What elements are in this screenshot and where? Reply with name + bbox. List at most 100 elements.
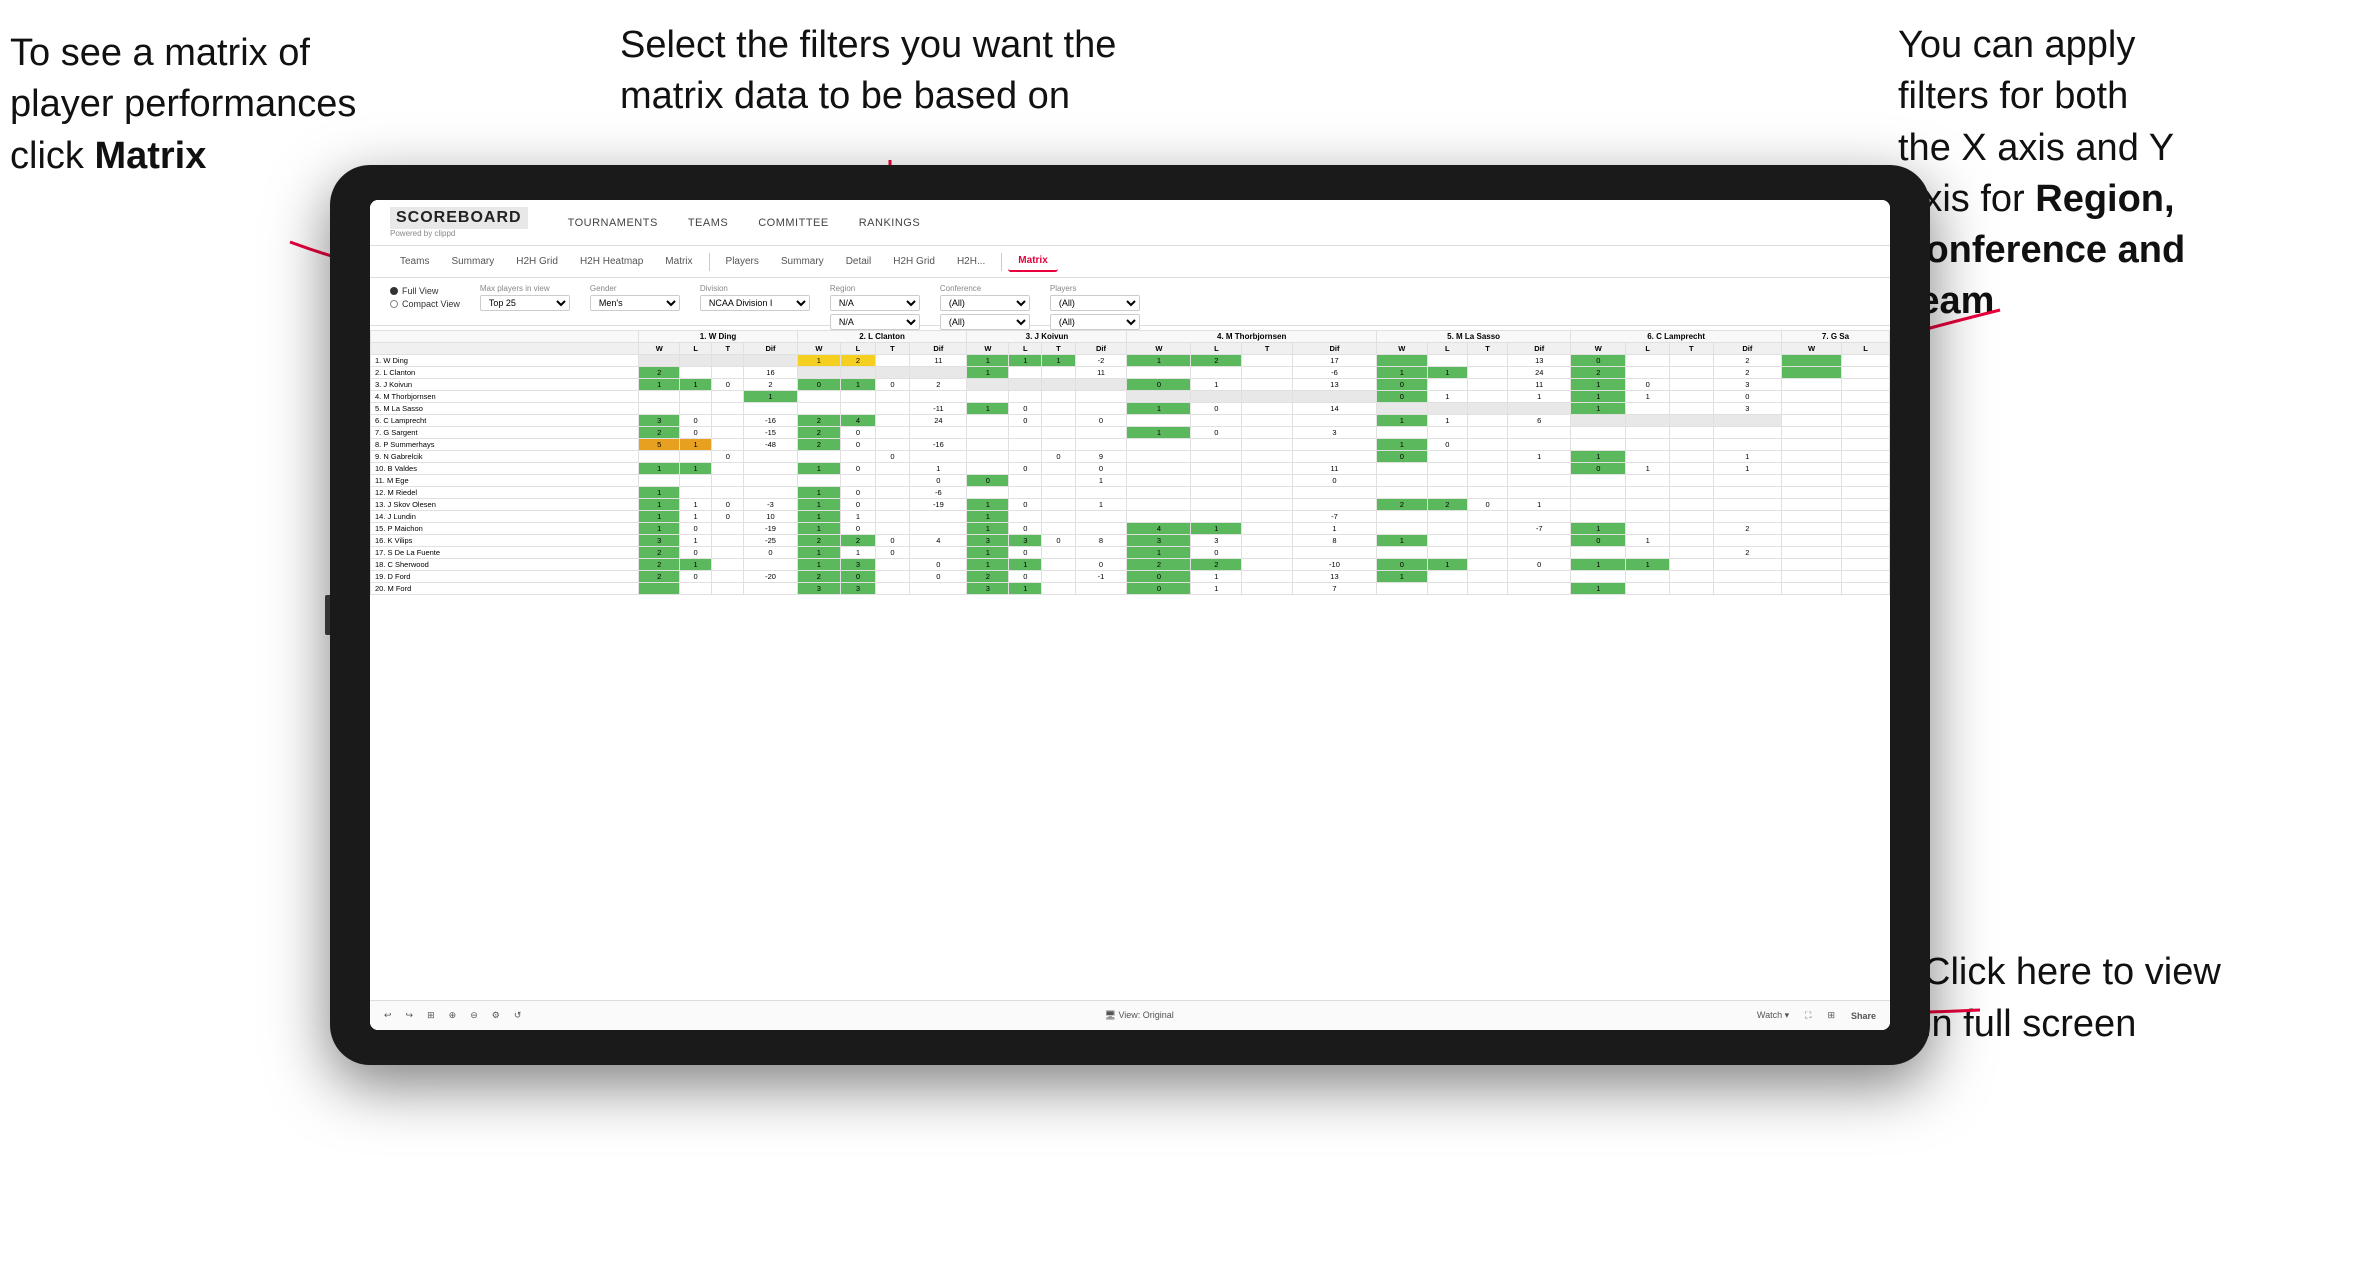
matrix-cell	[1626, 571, 1670, 583]
compact-view-circle	[390, 300, 398, 308]
matrix-cell: 0	[910, 475, 967, 487]
matrix-cell	[712, 439, 744, 451]
players-select-x[interactable]: (All)	[1050, 295, 1140, 311]
nav-rankings[interactable]: RANKINGS	[859, 217, 920, 229]
matrix-cell	[1427, 475, 1467, 487]
matrix-cell	[1009, 427, 1042, 439]
share-btn[interactable]: Share	[1847, 1009, 1880, 1023]
player-name-cell: 9. N Gabrelcik	[371, 451, 639, 463]
matrix-cell	[1242, 427, 1293, 439]
matrix-cell	[1427, 451, 1467, 463]
sh-w2: W	[797, 343, 841, 355]
matrix-cell: 2	[797, 439, 841, 451]
settings-btn[interactable]: ⚙	[488, 1008, 504, 1023]
matrix-cell	[744, 583, 797, 595]
matrix-cell	[797, 451, 841, 463]
matrix-cell	[875, 559, 910, 571]
matrix-cell: 1	[797, 547, 841, 559]
grid-btn[interactable]: ⊞	[1823, 1008, 1839, 1023]
nav-committee[interactable]: COMMITTEE	[758, 217, 829, 229]
matrix-cell	[1242, 355, 1293, 367]
player-name-cell: 15. P Maichon	[371, 523, 639, 535]
zoom-in-btn[interactable]: ⊕	[445, 1008, 461, 1023]
matrix-cell: -19	[910, 499, 967, 511]
sub-nav-matrix[interactable]: Matrix	[655, 252, 702, 271]
full-view-radio[interactable]: Full View	[390, 286, 460, 296]
matrix-cell	[1467, 523, 1507, 535]
sub-nav-teams[interactable]: Teams	[390, 252, 439, 271]
matrix-cell	[1670, 511, 1714, 523]
matrix-cell	[639, 583, 680, 595]
sub-nav-players[interactable]: Players	[716, 252, 769, 271]
view-original-btn[interactable]: 🖥 View: Original	[1100, 1008, 1177, 1023]
zoom-out-btn[interactable]: ⊖	[466, 1008, 482, 1023]
refresh-btn[interactable]: ↺	[510, 1008, 526, 1023]
matrix-cell	[1042, 439, 1075, 451]
matrix-cell: 1	[1508, 451, 1571, 463]
sub-nav-players-h2h-grid[interactable]: H2H Grid	[883, 252, 945, 271]
undo-btn[interactable]: ↩	[380, 1008, 396, 1023]
matrix-cell	[1009, 487, 1042, 499]
table-row: 19. D Ford20-2020020-101131	[371, 571, 1890, 583]
matrix-cell: 1	[1427, 367, 1467, 379]
matrix-cell: 1	[1127, 403, 1191, 415]
sub-nav-h2h-grid[interactable]: H2H Grid	[506, 252, 568, 271]
sub-nav-active-matrix[interactable]: Matrix	[1008, 251, 1057, 272]
sh-d5: Dif	[1508, 343, 1571, 355]
matrix-cell	[1781, 475, 1841, 487]
conference-select-x[interactable]: (All)	[940, 295, 1030, 311]
matrix-cell	[1191, 463, 1242, 475]
matrix-cell	[1508, 583, 1571, 595]
matrix-cell	[967, 439, 1009, 451]
player-name-cell: 10. B Valdes	[371, 463, 639, 475]
zoom-fit-btn[interactable]: ⊞	[423, 1008, 439, 1023]
matrix-cell	[744, 475, 797, 487]
matrix-cell	[1670, 439, 1714, 451]
matrix-cell: -11	[910, 403, 967, 415]
sub-nav-summary[interactable]: Summary	[441, 252, 504, 271]
matrix-cell: 0	[1042, 535, 1075, 547]
table-header-4: 4. M Thorbjornsen	[1127, 331, 1376, 343]
player-name-cell: 3. J Koivun	[371, 379, 639, 391]
redo-btn[interactable]: ↪	[402, 1008, 418, 1023]
matrix-cell: 3	[1713, 379, 1781, 391]
sub-nav-players-summary[interactable]: Summary	[771, 252, 834, 271]
matrix-cell: 0	[910, 559, 967, 571]
matrix-cell	[1042, 475, 1075, 487]
sub-nav-players-detail[interactable]: Detail	[836, 252, 882, 271]
division-select[interactable]: NCAA Division I	[700, 295, 810, 311]
fullscreen-btn[interactable]: ⛶	[1801, 1008, 1815, 1023]
matrix-cell	[1670, 427, 1714, 439]
matrix-cell: -16	[910, 439, 967, 451]
matrix-cell	[1427, 535, 1467, 547]
matrix-cell: 2	[1571, 367, 1626, 379]
matrix-cell: 1	[639, 379, 680, 391]
compact-view-radio[interactable]: Compact View	[390, 299, 460, 309]
matrix-cell	[1713, 571, 1781, 583]
matrix-cell: 1	[1191, 583, 1242, 595]
ann-br-l2: in full screen	[1923, 1003, 2136, 1045]
region-filter: Region N/A N/A	[830, 284, 920, 330]
matrix-cell	[744, 559, 797, 571]
max-players-select[interactable]: Top 25	[480, 295, 570, 311]
matrix-cell	[1191, 415, 1242, 427]
matrix-cell	[1781, 535, 1841, 547]
matrix-cell	[712, 547, 744, 559]
table-row: 5. M La Sasso-1110101413	[371, 403, 1890, 415]
matrix-cell: 11	[1075, 367, 1127, 379]
sub-nav-players-h2h[interactable]: H2H...	[947, 252, 995, 271]
matrix-cell	[1242, 391, 1293, 403]
nav-tournaments[interactable]: TOURNAMENTS	[568, 217, 658, 229]
matrix-cell	[797, 367, 841, 379]
matrix-cell	[1242, 487, 1293, 499]
matrix-cell	[1042, 499, 1075, 511]
region-select-x[interactable]: N/A	[830, 295, 920, 311]
matrix-cell: 1	[639, 523, 680, 535]
matrix-cell	[1781, 487, 1841, 499]
gender-select[interactable]: Men's	[590, 295, 680, 311]
matrix-cell: 1	[680, 559, 712, 571]
nav-teams[interactable]: TEAMS	[688, 217, 728, 229]
watch-btn[interactable]: Watch ▾	[1753, 1008, 1793, 1023]
sub-nav-h2h-heatmap[interactable]: H2H Heatmap	[570, 252, 653, 271]
matrix-cell: 0	[680, 415, 712, 427]
